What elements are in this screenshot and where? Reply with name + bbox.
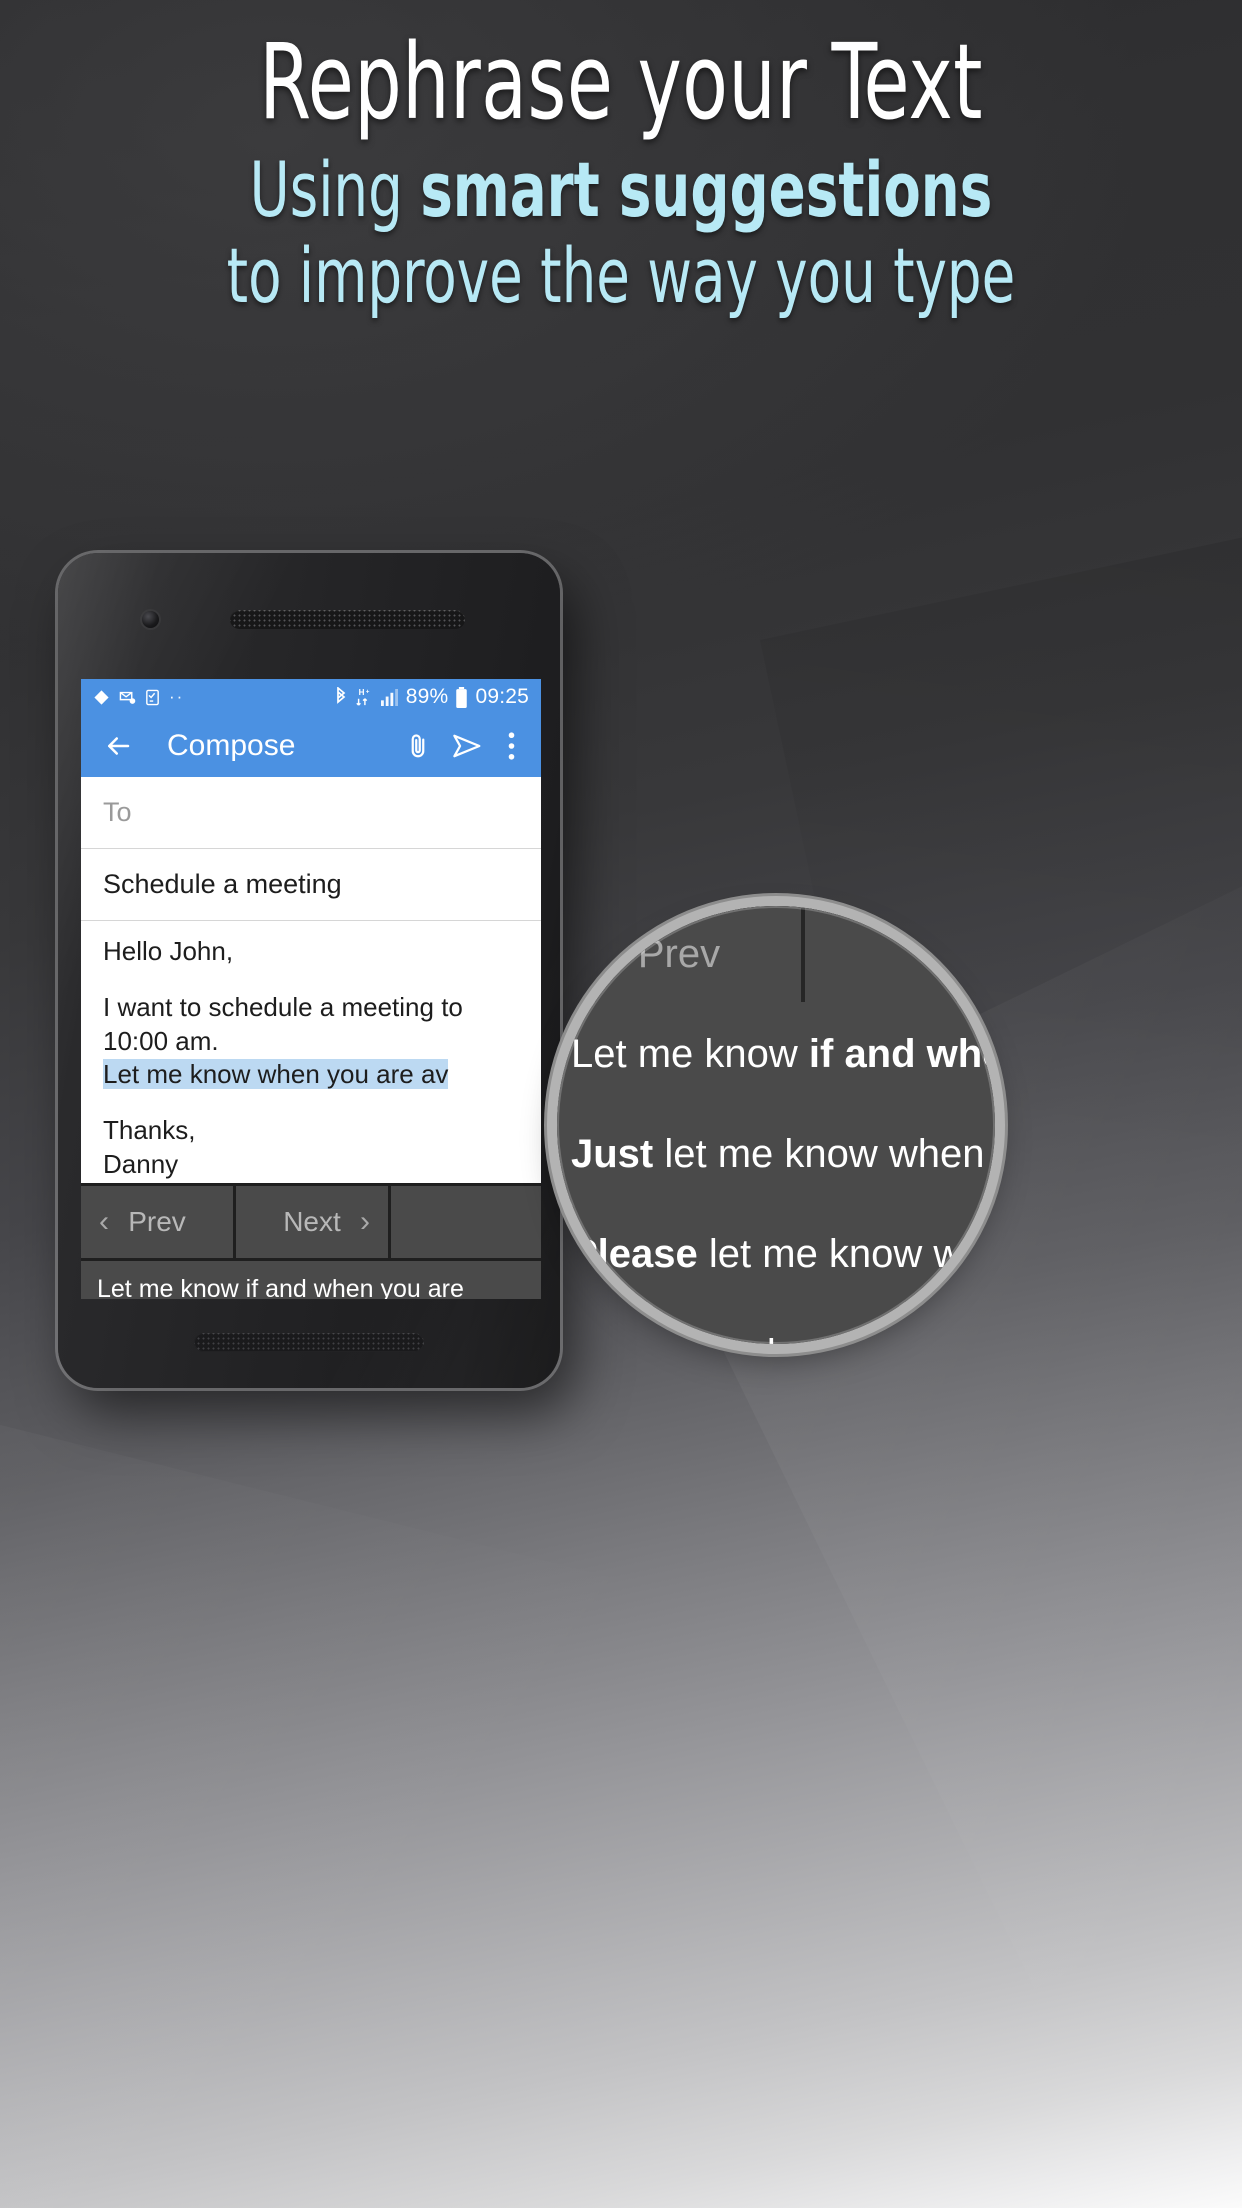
- status-bar-left: ··: [93, 687, 334, 707]
- body-closing: Thanks,: [103, 1115, 196, 1146]
- magnified-list-item[interactable]: Please let me know wh: [557, 1206, 995, 1302]
- signal-bars-icon: [380, 688, 399, 706]
- body-gap-1: [103, 969, 519, 991]
- network-type-icon: H +: [355, 687, 373, 707]
- body-greeting: Hello John,: [103, 936, 234, 966]
- magnified-prev-button[interactable]: ‹ Prev: [557, 906, 801, 1002]
- email-body[interactable]: Hello John, I want to schedule a meeting…: [81, 921, 541, 1183]
- subject-value: Schedule a meeting: [103, 869, 342, 899]
- bluetooth-icon: [334, 687, 348, 707]
- magnifier-lens: ‹ Prev Let me know if and when Just let …: [557, 906, 995, 1344]
- headline-secondary-bold: smart suggestions: [420, 145, 993, 235]
- background-facet-b: [0, 1380, 791, 2208]
- prev-label: Prev: [128, 1206, 186, 1237]
- to-field[interactable]: To: [81, 777, 541, 849]
- suggestion-nav-bar: ‹ Prev Next ›: [81, 1183, 541, 1258]
- earpiece-speaker-grille: [230, 610, 465, 629]
- more-dots-icon: ··: [169, 687, 185, 706]
- body-signature: Danny: [103, 1148, 179, 1179]
- overflow-menu-button[interactable]: [495, 723, 527, 769]
- selected-text: Let me know when you are av: [103, 1059, 449, 1090]
- headline-secondary-thin: Using: [249, 145, 421, 235]
- send-button[interactable]: [445, 723, 491, 769]
- svg-text:H: H: [358, 688, 364, 697]
- nav-extra-button[interactable]: [391, 1186, 541, 1258]
- magnified-list-item[interactable]: Let me know if and when: [557, 1006, 995, 1102]
- battery-percent-label: 89%: [405, 685, 449, 708]
- phone-screen: ·· H + 89% 09:25 Compose To Schedule a m…: [81, 679, 541, 1299]
- magnified-prefix: e also let me kn: [557, 1332, 809, 1344]
- app-toolbar: Compose: [81, 715, 541, 777]
- battery-icon: [455, 686, 468, 708]
- headline-secondary: Using smart suggestions: [124, 148, 1118, 232]
- promo-screenshot: Rephrase your Text Using smart suggestio…: [0, 0, 1242, 2208]
- headline-tertiary: to improve the way you type: [226, 230, 1016, 320]
- magnified-suffix: let me know when you: [664, 1132, 995, 1176]
- chevron-right-icon: ›: [360, 1205, 370, 1238]
- suggestion-list: Let me know if and when you are availabl…: [81, 1258, 541, 1299]
- subject-field[interactable]: Schedule a meeting: [81, 849, 541, 921]
- svg-text:+: +: [366, 688, 370, 695]
- phone-device: ·· H + 89% 09:25 Compose To Schedule a m…: [58, 553, 560, 1388]
- headline-block: Rephrase your Text Using smart suggestio…: [0, 26, 1242, 318]
- magnified-bold: if and when: [808, 1032, 995, 1076]
- body-selected-line: Let me know when you are av: [103, 1058, 519, 1092]
- bottom-speaker-grille: [194, 1333, 424, 1352]
- magnified-next-button[interactable]: [805, 906, 995, 1002]
- magnified-list-item[interactable]: e also let me kn: [557, 1306, 995, 1344]
- checklist-icon: [145, 689, 160, 706]
- headline-primary: Rephrase your Text: [259, 21, 983, 143]
- magnifier-content: ‹ Prev Let me know if and when Just let …: [557, 906, 995, 1344]
- diamond-icon: [93, 689, 110, 706]
- magnified-prev-label: Prev: [637, 931, 721, 976]
- body-paragraph-line-2: 10:00 am.: [103, 1025, 219, 1056]
- status-bar: ·· H + 89% 09:25: [81, 679, 541, 715]
- magnified-list-item[interactable]: Just let me know when you: [557, 1106, 995, 1202]
- magnified-suffix: let me know wh: [697, 1232, 985, 1276]
- next-label: Next: [283, 1206, 341, 1237]
- body-paragraph-line-1: I want to schedule a meeting to: [103, 991, 463, 1022]
- list-item[interactable]: Let me know if and when you are availabl…: [81, 1261, 541, 1299]
- magnified-bold: Please: [571, 1232, 698, 1276]
- chevron-left-icon: ‹: [591, 930, 605, 977]
- mail-settings-icon: [119, 689, 136, 706]
- body-gap-2: [103, 1092, 519, 1114]
- status-bar-right: H + 89% 09:25: [334, 685, 529, 709]
- chevron-left-icon: ‹: [99, 1205, 109, 1238]
- magnified-bold: Just: [571, 1132, 654, 1176]
- magnified-nav-row: ‹ Prev: [557, 906, 995, 1002]
- clock-label: 09:25: [475, 685, 529, 708]
- toolbar-title: Compose: [167, 729, 296, 762]
- attach-button[interactable]: [395, 723, 441, 769]
- prev-button[interactable]: ‹ Prev: [81, 1186, 233, 1258]
- next-button[interactable]: Next ›: [236, 1186, 388, 1258]
- back-button[interactable]: [95, 723, 141, 769]
- front-camera-icon: [142, 611, 159, 628]
- magnified-prefix: Let me know: [571, 1032, 809, 1076]
- to-placeholder: To: [103, 797, 132, 827]
